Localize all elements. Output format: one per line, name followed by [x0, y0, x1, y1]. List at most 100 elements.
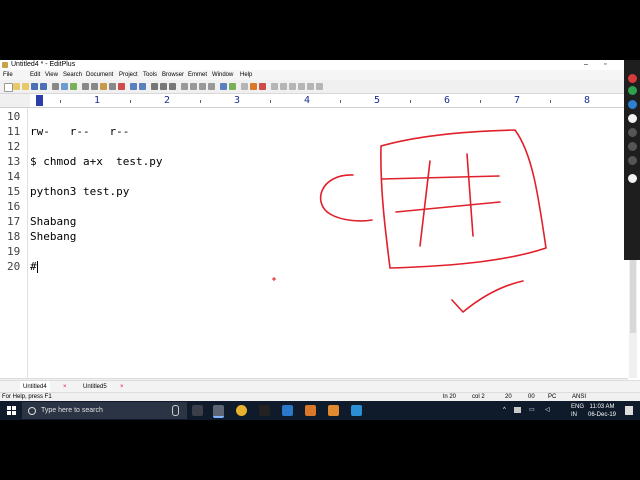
clock[interactable]: 11:03 AM 06-Dec-19 — [588, 403, 616, 419]
title-bar: Untitled4 * - EditPlus – ▫ ✕ — [0, 60, 640, 70]
editor-area[interactable]: 10 11 rw- r-- r-- 12 13 $ chmod a+x test… — [0, 108, 628, 378]
delete-icon[interactable] — [118, 83, 125, 90]
language-code: ENG — [571, 404, 585, 410]
cliptext-window-icon[interactable] — [298, 83, 305, 90]
menu-edit[interactable]: Edit — [30, 70, 40, 80]
code-line[interactable]: 19 — [0, 244, 620, 259]
code-line[interactable]: 12 — [0, 139, 620, 154]
run-icon[interactable] — [229, 83, 236, 90]
print-preview-icon[interactable] — [61, 83, 68, 90]
pen-tool-icon[interactable] — [628, 100, 637, 109]
volume-tray-icon[interactable]: ◁ — [545, 401, 550, 420]
menu-browser[interactable]: Browser — [162, 70, 184, 80]
line-number: 14 — [7, 170, 21, 183]
tools-icon[interactable] — [250, 83, 257, 90]
goto-icon[interactable] — [169, 83, 176, 90]
new-file-icon[interactable] — [4, 83, 13, 92]
window-title: Untitled4 * - EditPlus — [11, 61, 76, 68]
find-icon[interactable] — [151, 83, 158, 90]
replace-icon[interactable] — [160, 83, 167, 90]
check-icon[interactable] — [259, 83, 266, 90]
code-line[interactable]: 15 python3 test.py — [0, 184, 620, 199]
taskbar-search-box[interactable]: Type here to search — [22, 402, 187, 419]
copy-icon[interactable] — [91, 83, 98, 90]
line-text: rw- r-- r-- — [30, 125, 130, 138]
draw-pencil-icon[interactable] — [628, 174, 637, 183]
tray-chevron-icon[interactable]: ^ — [503, 401, 506, 420]
code-line-current[interactable]: 20 # — [0, 259, 620, 274]
notifications-icon[interactable] — [625, 406, 633, 415]
window-cascade-icon[interactable] — [280, 83, 287, 90]
browser-preview-icon[interactable] — [220, 83, 227, 90]
menu-help[interactable]: Help — [240, 70, 252, 80]
task-view-icon[interactable] — [192, 405, 203, 416]
code-line[interactable]: 18 Shebang — [0, 229, 620, 244]
open-folder-icon[interactable] — [13, 83, 20, 90]
code-line[interactable]: 14 — [0, 169, 620, 184]
pycharm-icon[interactable] — [305, 405, 316, 416]
battery-tray-icon[interactable]: ▭ — [529, 401, 535, 420]
open-remote-icon[interactable] — [22, 83, 29, 90]
fullscreen-icon[interactable] — [316, 83, 323, 90]
restore-button[interactable]: ▫ — [604, 60, 606, 70]
menu-search[interactable]: Search — [63, 70, 82, 80]
column-select-icon[interactable] — [241, 83, 248, 90]
line-number: 15 — [7, 185, 21, 198]
undo-icon[interactable] — [130, 83, 137, 90]
microphone-icon[interactable] — [172, 405, 179, 416]
minimize-button[interactable]: – — [584, 60, 588, 70]
line-text: python3 test.py — [30, 185, 130, 198]
spellcheck-icon[interactable] — [70, 83, 77, 90]
menu-project[interactable]: Project — [119, 70, 138, 80]
code-line[interactable]: 16 — [0, 199, 620, 214]
save-all-icon[interactable] — [40, 83, 47, 90]
region-code: IN — [571, 412, 577, 418]
recorder-icon[interactable] — [328, 405, 339, 416]
ruler-number: 1 — [94, 95, 101, 106]
cut-icon[interactable] — [82, 83, 89, 90]
ruler-number: 5 — [374, 95, 381, 106]
line-number-icon[interactable] — [199, 83, 206, 90]
line-number: 10 — [7, 110, 21, 123]
menu-file[interactable]: File — [3, 70, 13, 80]
input-language[interactable]: ENG IN — [571, 403, 584, 419]
menu-document[interactable]: Document — [86, 70, 113, 80]
code-line[interactable]: 17 Shabang — [0, 214, 620, 229]
virtualbox-icon[interactable] — [282, 405, 293, 416]
network-tray-icon[interactable] — [514, 407, 521, 413]
clipboard-icon[interactable] — [109, 83, 116, 90]
ruler-toggle-icon[interactable] — [190, 83, 197, 90]
window-tile-icon[interactable] — [271, 83, 278, 90]
whitespace-icon[interactable] — [208, 83, 215, 90]
ruler-number: 8 — [584, 95, 591, 106]
timer-icon[interactable] — [628, 156, 637, 165]
print-icon[interactable] — [52, 83, 59, 90]
menu-view[interactable]: View — [45, 70, 58, 80]
paste-icon[interactable] — [100, 83, 107, 90]
menu-window[interactable]: Window — [212, 70, 233, 80]
menu-emmet[interactable]: Emmet — [188, 70, 207, 80]
code-line[interactable]: 11 rw- r-- r-- — [0, 124, 620, 139]
annotation-tool-sidebar — [624, 60, 640, 260]
ruler-number: 4 — [304, 95, 311, 106]
close-annotation-icon[interactable] — [628, 74, 637, 83]
ruler-tick — [340, 100, 341, 103]
terminal-icon[interactable] — [259, 405, 270, 416]
word-wrap-icon[interactable] — [181, 83, 188, 90]
snowflake-app-icon[interactable] — [351, 405, 362, 416]
screenshot-icon[interactable] — [628, 142, 637, 151]
record-icon[interactable] — [628, 86, 637, 95]
code-line[interactable]: 13 $ chmod a+x test.py — [0, 154, 620, 169]
redo-icon[interactable] — [139, 83, 146, 90]
editplus-taskbar-icon[interactable] — [213, 405, 224, 418]
chrome-icon[interactable] — [236, 405, 247, 416]
save-icon[interactable] — [31, 83, 38, 90]
windows-start-icon[interactable] — [7, 406, 16, 415]
webcam-icon[interactable] — [628, 128, 637, 137]
code-line[interactable]: 10 — [0, 109, 620, 124]
pause-icon[interactable] — [628, 114, 637, 123]
directory-window-icon[interactable] — [289, 83, 296, 90]
line-number: 12 — [7, 140, 21, 153]
output-window-icon[interactable] — [307, 83, 314, 90]
menu-tools[interactable]: Tools — [143, 70, 157, 80]
